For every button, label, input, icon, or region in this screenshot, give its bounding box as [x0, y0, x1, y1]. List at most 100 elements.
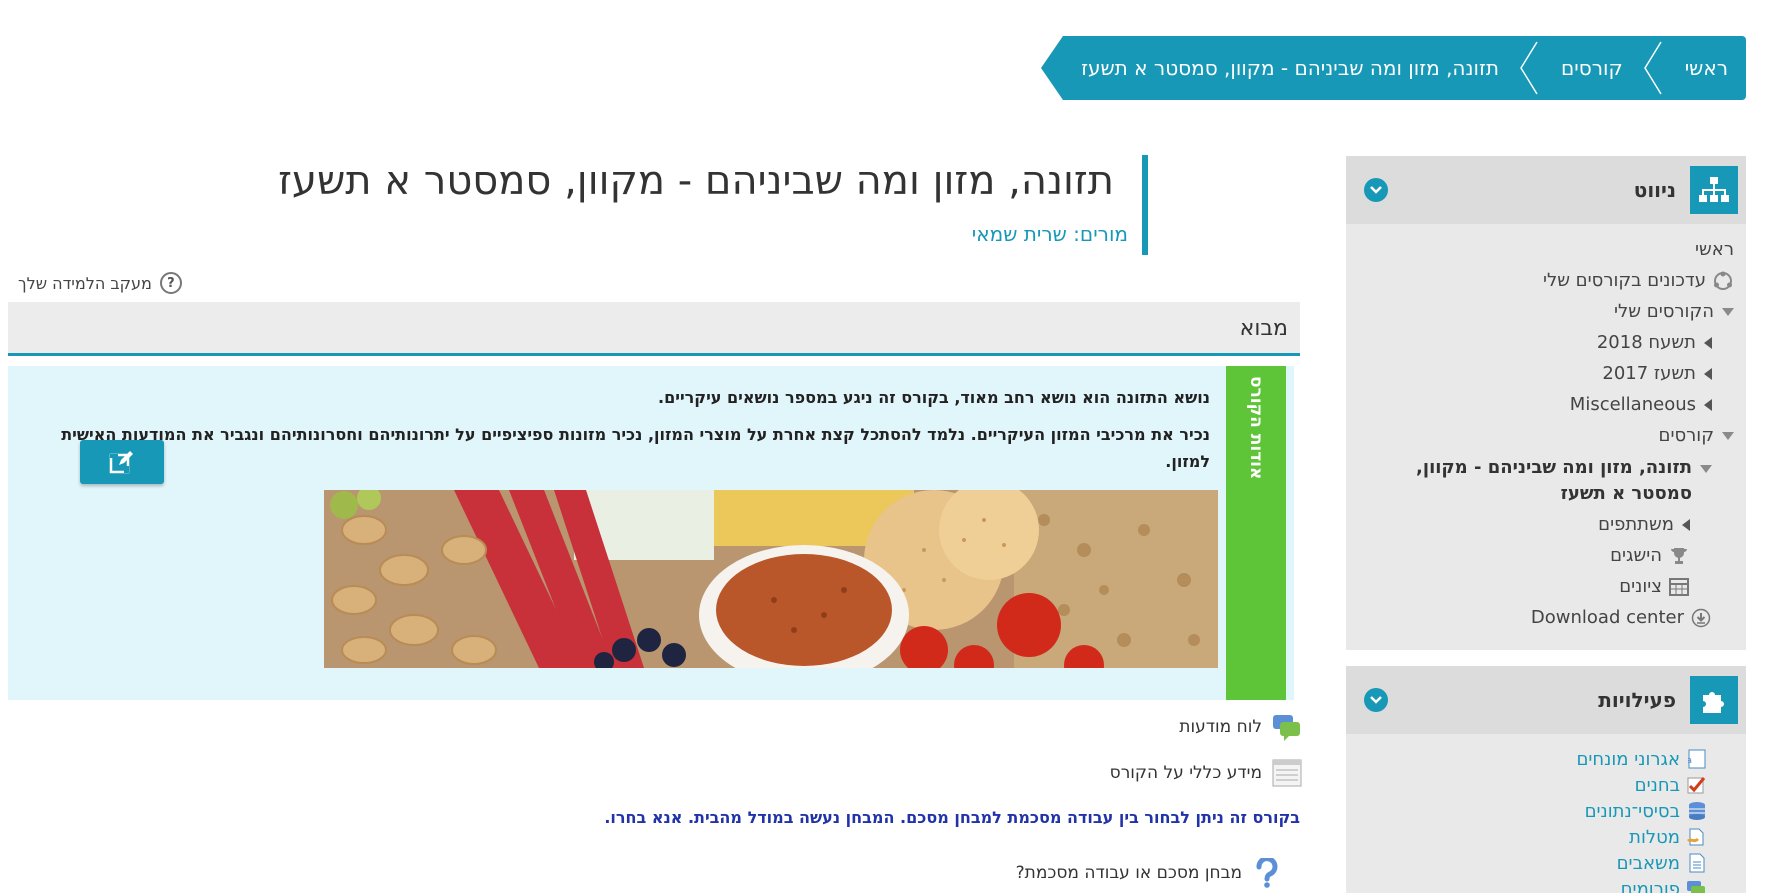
sitemap-icon	[1690, 166, 1738, 214]
forum-icon	[1272, 712, 1302, 742]
puzzle-icon	[1690, 676, 1738, 724]
course-header: תזונה, מזון ומה שביניהם - מקוון, סמסטר א…	[278, 158, 1114, 204]
glossary-icon: Aa	[1686, 749, 1706, 769]
activity-item-database[interactable]: בסיסי־נתונים	[1346, 798, 1706, 824]
help-icon[interactable]: ?	[159, 272, 182, 294]
about-course-tab[interactable]: אודות הקורס	[1226, 366, 1286, 700]
nav-item-my-courses[interactable]: הקורסים שלי	[1360, 296, 1734, 327]
expand-down-icon	[1722, 307, 1734, 316]
nav-item-label: ראשי	[1695, 239, 1734, 260]
forum-icon	[1686, 879, 1706, 893]
svg-text:Aa: Aa	[1688, 756, 1692, 766]
activity-forum[interactable]: לוח מודעות	[1179, 712, 1302, 742]
activity-course-info-label: מידע כללי על הקורס	[1109, 763, 1262, 783]
nav-item-label: Miscellaneous	[1569, 394, 1696, 415]
collapsed-arrow-icon	[1682, 518, 1690, 531]
navigation-tree: ראשי עדכונים בקורסים שלי הקורסים שלי תשע…	[1346, 224, 1746, 641]
course-teachers[interactable]: מורים: שרית שמאי	[972, 222, 1128, 246]
current-course-line2: סמסטר א תשעז	[1560, 483, 1692, 505]
food-banner-image	[324, 490, 1218, 668]
nav-item-2018[interactable]: תשעח 2018	[1360, 327, 1734, 358]
breadcrumb-separator-icon	[1517, 36, 1543, 100]
activity-item-glossary[interactable]: Aa אגרוני מונחים	[1346, 746, 1706, 772]
page-icon	[1272, 758, 1302, 788]
activity-item-forums[interactable]: פורומים	[1346, 876, 1706, 893]
activity-course-info[interactable]: מידע כללי על הקורס	[1110, 758, 1302, 788]
activity-item-resources[interactable]: משאבים	[1346, 850, 1706, 876]
activity-choice-label: מבחן מסכם או עבודה מסכמת?	[1015, 863, 1242, 883]
expand-down-icon	[1700, 465, 1712, 473]
nav-item-label: משתתפים	[1598, 514, 1674, 535]
activities-block-header: פעילויות	[1346, 666, 1746, 734]
breadcrumb-tip	[1041, 36, 1064, 100]
nav-item-label: עדכונים בקורסים שלי	[1542, 270, 1706, 291]
trophy-icon	[1668, 545, 1690, 567]
nav-item-label: תשעז 2017	[1602, 363, 1696, 384]
section-header: מבוא	[8, 302, 1300, 356]
activities-block-title: פעילויות	[1598, 688, 1676, 712]
about-course-text: נושא התזונה הוא נושא רחב מאוד, בקורס זה …	[60, 384, 1210, 486]
breadcrumb: ראשי קורסים תזונה, מזון ומה שביניהם - מק…	[1041, 36, 1746, 100]
nav-item-label: ציונים	[1619, 576, 1662, 597]
chevron-down-icon[interactable]	[1364, 178, 1388, 202]
nav-item-current-course[interactable]: תזונה, מזון ומה שביניהם - מקוון, סמסטר א…	[1360, 451, 1734, 509]
edit-button[interactable]	[80, 440, 164, 484]
nav-item-courses[interactable]: קורסים	[1360, 420, 1734, 451]
activity-item-label: בחנים	[1634, 774, 1680, 796]
edit-icon	[109, 451, 133, 474]
current-course-line1: תזונה, מזון ומה שביניהם - מקוון,	[1416, 457, 1692, 478]
breadcrumb-separator-icon	[1641, 36, 1667, 100]
about-paragraph-2: נכיר את מרכיבי המזון העיקריים. נלמד להסת…	[61, 425, 1210, 472]
nav-item-course-updates[interactable]: עדכונים בקורסים שלי	[1360, 265, 1734, 296]
about-course-panel: אודות הקורס נושא התזונה הוא נושא רחב מאו…	[8, 366, 1294, 700]
chevron-down-icon[interactable]	[1364, 688, 1388, 712]
breadcrumb-item-course[interactable]: תזונה, מזון ומה שביניהם - מקוון, סמסטר א…	[1063, 36, 1517, 100]
nav-item-download-center[interactable]: Download center	[1360, 602, 1734, 633]
about-paragraph-1: נושא התזונה הוא נושא רחב מאוד, בקורס זה …	[658, 388, 1210, 407]
nav-item-misc[interactable]: Miscellaneous	[1360, 389, 1734, 420]
activity-item-quiz[interactable]: בחנים	[1346, 772, 1706, 798]
assignment-icon	[1686, 827, 1706, 847]
course-notice: בקורס זה ניתן לבחור בין עבודה מסכמת למבח…	[604, 808, 1300, 827]
nav-item-label: הישגים	[1610, 545, 1662, 566]
page-title: תזונה, מזון ומה שביניהם - מקוון, סמסטר א…	[278, 158, 1114, 204]
nav-item-current-course-label: תזונה, מזון ומה שביניהם - מקוון, סמסטר א…	[1416, 455, 1692, 507]
nav-item-label: קורסים	[1658, 425, 1715, 446]
nav-item-label: Download center	[1530, 607, 1684, 628]
activities-list: Aa אגרוני מונחים בחנים בסיסי־נתונים מטלו…	[1346, 734, 1746, 893]
activity-item-label: מטלות	[1629, 826, 1680, 848]
activity-choice[interactable]: מבחן מסכם או עבודה מסכמת?	[1016, 858, 1282, 888]
activity-item-label: משאבים	[1616, 852, 1680, 874]
navigation-block-header: ניווט	[1346, 156, 1746, 224]
nav-item-home[interactable]: ראשי	[1360, 234, 1734, 265]
nav-item-badges[interactable]: הישגים	[1360, 540, 1734, 571]
collapsed-arrow-icon	[1704, 367, 1712, 380]
activities-block: פעילויות Aa אגרוני מונחים בחנים בסיסי־נת…	[1346, 666, 1746, 893]
nav-item-grades[interactable]: ציונים	[1360, 571, 1734, 602]
breadcrumb-bar: ראשי קורסים תזונה, מזון ומה שביניהם - מק…	[1063, 36, 1746, 100]
nav-item-participants[interactable]: משתתפים	[1360, 509, 1734, 540]
activity-item-label: פורומים	[1620, 878, 1680, 893]
activity-item-assignment[interactable]: מטלות	[1346, 824, 1706, 850]
download-icon	[1690, 607, 1712, 629]
section-title: מבוא	[1239, 316, 1288, 341]
file-icon	[1686, 853, 1706, 873]
expand-down-icon	[1722, 431, 1734, 440]
activity-item-label: אגרוני מונחים	[1576, 748, 1680, 770]
navigation-block-title: ניווט	[1633, 178, 1676, 202]
breadcrumb-item-home[interactable]: ראשי	[1667, 36, 1746, 100]
quiz-check-icon	[1686, 775, 1706, 795]
nav-item-2017[interactable]: תשעז 2017	[1360, 358, 1734, 389]
collapsed-arrow-icon	[1704, 336, 1712, 349]
breadcrumb-item-courses[interactable]: קורסים	[1543, 36, 1641, 100]
navigation-block: ניווט ראשי עדכונים בקורסים שלי הקורסים ש…	[1346, 156, 1746, 650]
progress-label: מעקב הלמידה שלך	[18, 273, 152, 293]
activity-item-label: בסיסי־נתונים	[1584, 800, 1680, 822]
nav-item-label: הקורסים שלי	[1614, 301, 1714, 322]
question-icon	[1252, 858, 1282, 888]
activity-forum-label: לוח מודעות	[1179, 717, 1262, 737]
grades-table-icon	[1668, 576, 1690, 598]
nav-item-label: תשעח 2018	[1596, 332, 1696, 353]
title-accent-bar	[1142, 155, 1148, 255]
progress-tracking: מעקב הלמידה שלך ?	[18, 272, 182, 294]
